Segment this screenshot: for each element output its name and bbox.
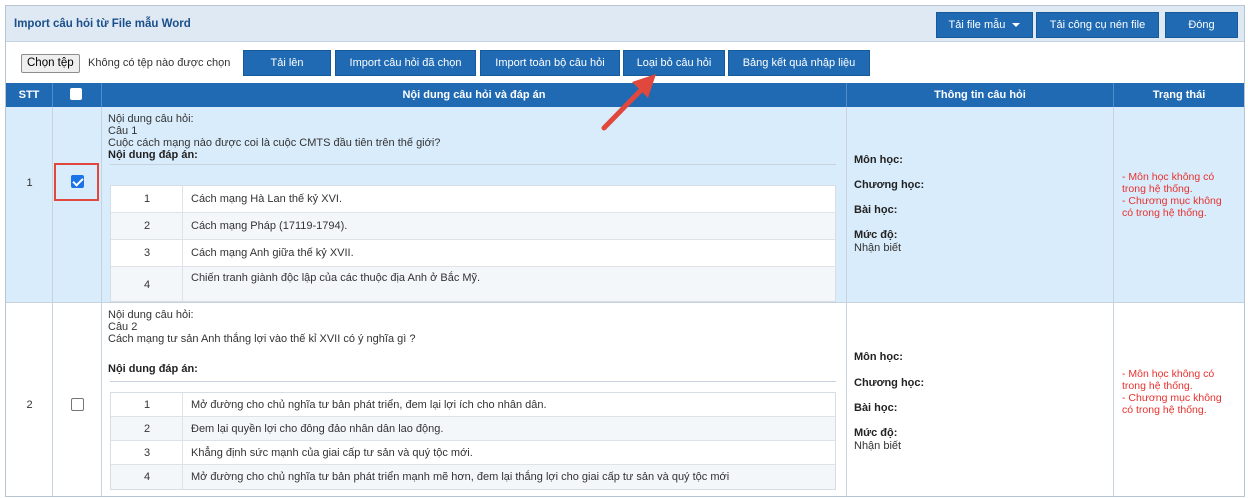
chapter-label: Chương học:: [854, 377, 925, 389]
status-line: - Chương mục không: [1122, 392, 1222, 404]
answer-row: 1 Cách mạng Hà Lan thế kỷ XVI.: [111, 186, 835, 213]
row-checkbox[interactable]: [71, 175, 84, 188]
question-number: Câu 2: [108, 321, 138, 333]
status-line: - Chương mục không: [1122, 195, 1222, 207]
row-stt: 1: [26, 177, 33, 189]
answer-text: Chiến tranh giành độc lập của các thuộc …: [191, 272, 481, 284]
question-info-cell: Môn học: Chương học: Bài học: Mức độ: Nh…: [847, 107, 1114, 302]
question-info-cell: Môn học: Chương học: Bài học: Mức độ: Nh…: [847, 303, 1114, 496]
table-row: 2 Nội dung câu hỏi: Câu 2 Cách mạng tư s…: [6, 303, 1244, 496]
question-text: Cách mạng tư sản Anh thắng lợi vào thế k…: [108, 333, 416, 345]
status-line: trong hệ thống.: [1122, 380, 1193, 392]
answer-text: Mở đường cho chủ nghĩa tư bản phát triển…: [191, 471, 730, 483]
answer-text: Cách mạng Hà Lan thế kỷ XVI.: [191, 193, 343, 205]
answer-number: 3: [143, 447, 151, 459]
status-line: có trong hệ thống.: [1122, 207, 1207, 219]
answer-text: Cách mạng Pháp (17119-1794).: [191, 220, 348, 232]
answer-row: 2 Cách mạng Pháp (17119-1794).: [111, 213, 835, 240]
import-selected-button[interactable]: Import câu hỏi đã chọn: [335, 50, 476, 76]
header-info: Thông tin câu hỏi: [847, 83, 1114, 107]
answer-number: 1: [143, 193, 151, 205]
row-stt-cell: 2: [6, 303, 53, 496]
answer-label: Nội dung đáp án:: [108, 149, 198, 161]
level-label: Mức độ:: [854, 229, 898, 241]
answer-number: 4: [143, 471, 151, 483]
answer-number: 2: [143, 423, 151, 435]
select-all-checkbox[interactable]: [70, 88, 82, 100]
status-message: - Môn học không có trong hệ thống. - Chư…: [1122, 368, 1242, 416]
upload-button[interactable]: Tải lên: [243, 50, 331, 76]
answer-row: 4 Mở đường cho chủ nghĩa tư bản phát tri…: [111, 465, 835, 489]
level-value: Nhận biết: [854, 242, 902, 254]
status-cell: - Môn học không có trong hệ thống. - Chư…: [1114, 303, 1244, 496]
answer-text: Cách mạng Anh giữa thế kỷ XVII.: [191, 247, 354, 259]
answer-row: 2 Đem lại quyền lợi cho đông đảo nhân dâ…: [111, 417, 835, 441]
subject-label: Môn học:: [854, 154, 903, 166]
chapter-label: Chương học:: [854, 179, 925, 191]
lesson-label: Bài học:: [854, 402, 898, 414]
answer-row: 1 Mở đường cho chủ nghĩa tư bản phát tri…: [111, 393, 835, 417]
answer-number: 1: [143, 399, 151, 411]
status-line: - Môn học không có: [1122, 171, 1215, 183]
lesson-label: Bài học:: [854, 204, 898, 216]
question-content-cell: Nội dung câu hỏi: Câu 2 Cách mạng tư sản…: [102, 303, 847, 496]
row-checkbox[interactable]: [71, 398, 84, 411]
divider: [110, 164, 836, 165]
question-number: Câu 1: [108, 125, 138, 137]
row-stt: 2: [26, 399, 33, 411]
import-results-button[interactable]: Bảng kết quả nhập liệu: [728, 50, 870, 76]
dialog-title: Import câu hỏi từ File mẫu Word: [14, 18, 191, 30]
answer-text: Khẳng định sức mạnh của giai cấp tư sản …: [191, 447, 473, 459]
status-cell: - Môn học không có trong hệ thống. - Chư…: [1114, 107, 1244, 302]
row-stt-cell: 1: [6, 107, 53, 302]
answer-text: Mở đường cho chủ nghĩa tư bản phát triển…: [191, 399, 547, 411]
header-select-all: [53, 83, 102, 107]
question-label: Nội dung câu hỏi:: [108, 113, 194, 125]
annotation-arrow-icon: [601, 74, 656, 131]
download-template-button[interactable]: Tải file mẫu: [936, 12, 1033, 38]
question-text: Cuộc cách mạng nào được coi là cuộc CMTS…: [108, 137, 441, 149]
answer-table: 1 Mở đường cho chủ nghĩa tư bản phát tri…: [110, 392, 836, 490]
status-message: - Môn học không có trong hệ thống. - Chư…: [1122, 171, 1242, 219]
close-button[interactable]: Đóng: [1165, 12, 1238, 38]
answer-row: 3 Khẳng định sức mạnh của giai cấp tư sả…: [111, 441, 835, 465]
status-line: có trong hệ thống.: [1122, 404, 1207, 416]
answer-text: Đem lại quyền lợi cho đông đảo nhân dân …: [191, 423, 444, 435]
status-line: - Môn học không có: [1122, 368, 1215, 380]
choose-file-button[interactable]: Chọn tệp: [21, 54, 80, 73]
no-file-label: Không có tệp nào được chọn: [88, 57, 231, 69]
header-status: Trạng thái: [1152, 89, 1206, 101]
status-line: trong hệ thống.: [1122, 183, 1193, 195]
answer-label: Nội dung đáp án:: [108, 363, 198, 375]
question-label: Nội dung câu hỏi:: [108, 309, 194, 321]
dialog-header: Import câu hỏi từ File mẫu Word Tải file…: [6, 6, 1244, 42]
answer-number: 4: [143, 279, 151, 291]
question-content-cell: Nội dung câu hỏi: Câu 1 Cuộc cách mạng n…: [102, 107, 847, 302]
level-value: Nhận biết: [854, 440, 902, 452]
answer-number: 3: [143, 247, 151, 259]
row-select-cell: [53, 303, 102, 496]
divider: [110, 381, 836, 382]
subject-label: Môn học:: [854, 351, 903, 363]
download-compress-tool-button[interactable]: Tải công cụ nén file: [1036, 12, 1159, 38]
answer-number: 2: [143, 220, 151, 232]
answer-table: 1 Cách mạng Hà Lan thế kỷ XVI. 2 Cách mạ…: [110, 185, 836, 302]
answer-row: 3 Cách mạng Anh giữa thế kỷ XVII.: [111, 240, 835, 267]
answer-row: 4 Chiến tranh giành độc lập của các thuộ…: [111, 267, 835, 301]
header-stt: STT: [6, 83, 53, 107]
level-label: Mức độ:: [854, 427, 898, 439]
caret-down-icon: [1012, 23, 1021, 28]
header-content: Nội dung câu hỏi và đáp án: [102, 83, 847, 107]
download-template-label: Tải file mẫu: [948, 19, 1006, 31]
row-select-cell: [53, 107, 102, 302]
